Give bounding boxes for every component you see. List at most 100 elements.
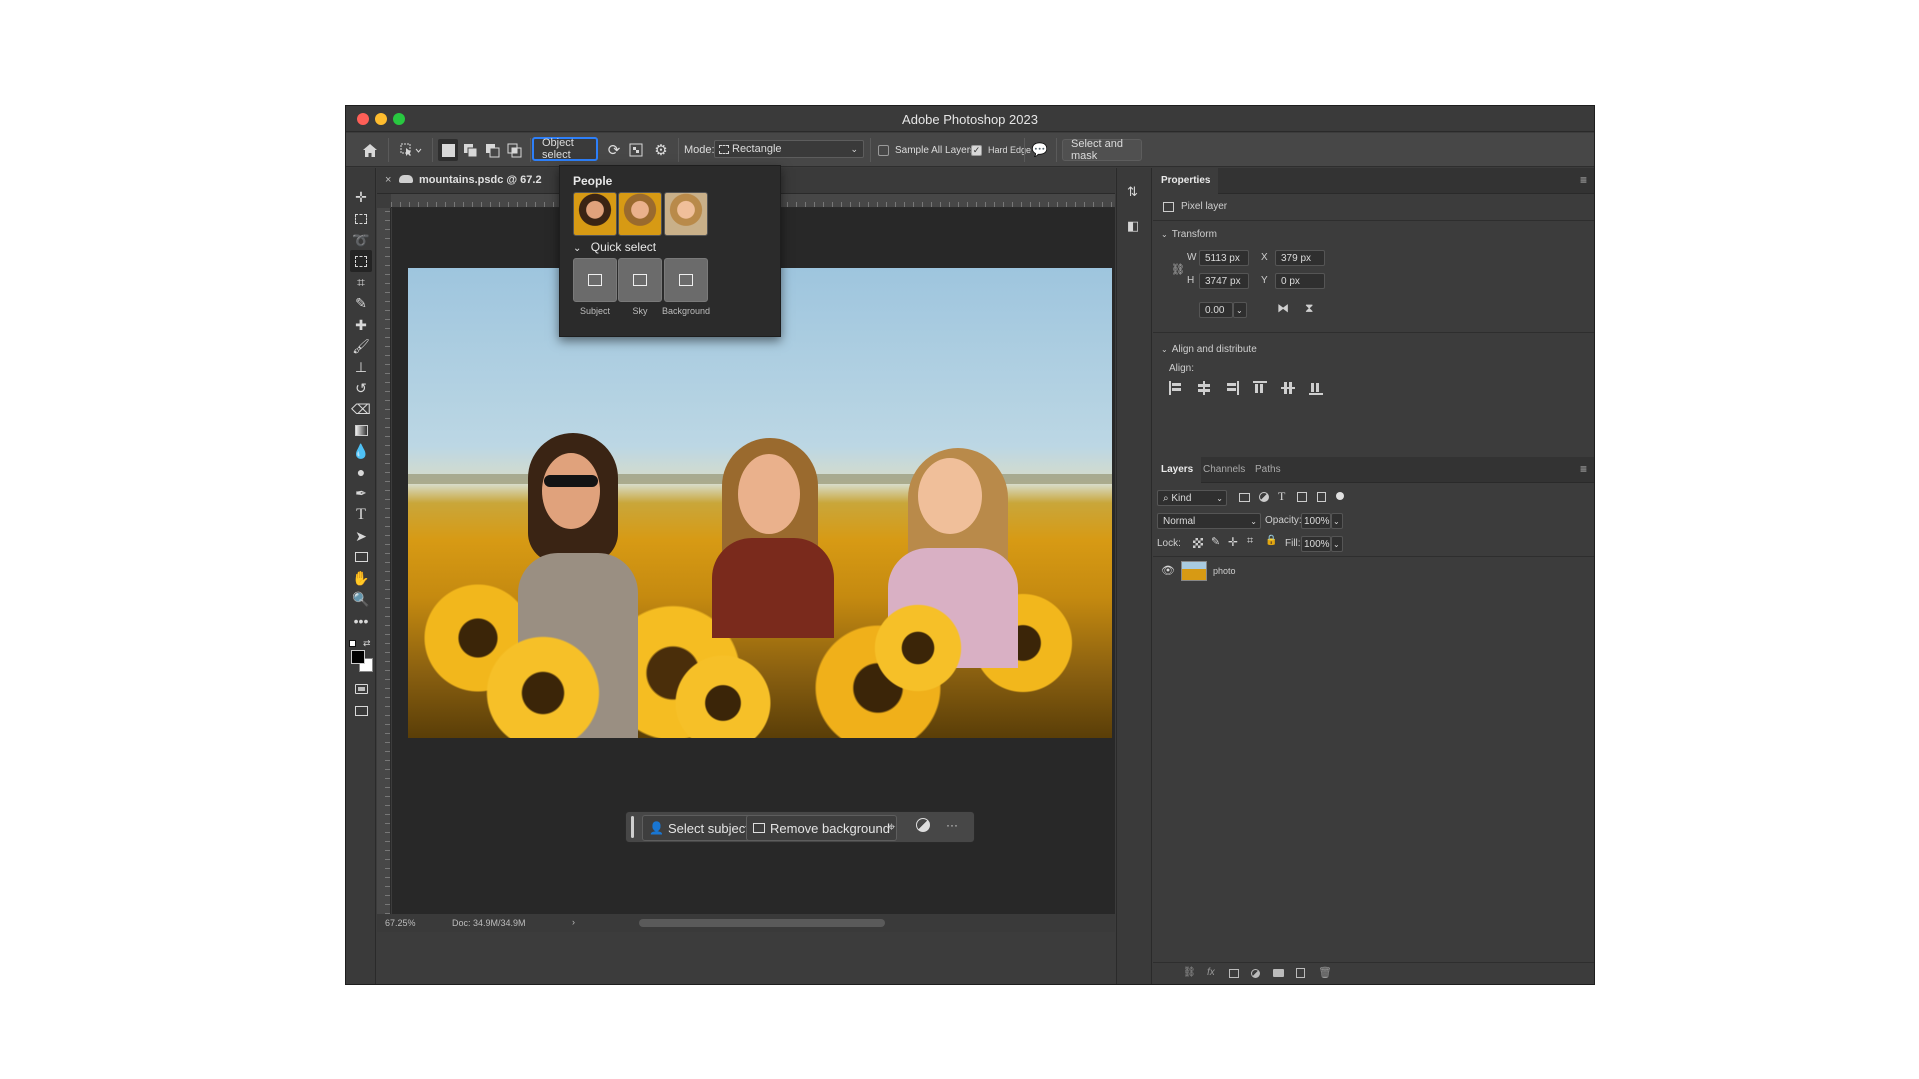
quick-select-toggle[interactable]: ⌄ Quick select — [573, 240, 656, 254]
close-tab-icon[interactable]: × — [385, 174, 391, 186]
home-button[interactable] — [358, 139, 382, 161]
align-hcenter-button[interactable] — [1197, 381, 1211, 395]
history-panel-button[interactable]: ⇅ — [1127, 184, 1138, 200]
lock-artboard-icon[interactable]: ⌗ — [1247, 535, 1253, 548]
quick-mask-button[interactable] — [350, 678, 372, 700]
filter-toggle[interactable] — [1336, 492, 1344, 500]
person-thumbnail-3[interactable] — [664, 192, 708, 236]
opacity-field[interactable]: 100% — [1301, 513, 1331, 529]
gradient-tool[interactable] — [350, 419, 372, 441]
lock-transparent-pixels-icon[interactable] — [1193, 538, 1203, 548]
settings-button[interactable]: ⚙ — [650, 139, 672, 161]
align-heading[interactable]: ⌄ Align and distribute — [1161, 344, 1257, 355]
layer-filter-dropdown[interactable]: ⌕ Kind ⌄ — [1157, 490, 1227, 506]
brush-tool[interactable]: 🖌 — [350, 335, 372, 357]
hard-edge-checkbox[interactable]: ✓ Hard Edge — [971, 139, 1031, 161]
opacity-dropdown[interactable]: ⌄ — [1331, 513, 1343, 529]
select-subject-button[interactable]: 👤 Select subject — [642, 815, 756, 841]
crop-tool[interactable]: ⌗ — [350, 271, 372, 293]
align-right-button[interactable] — [1225, 381, 1239, 395]
angle-field[interactable]: 0.00 — [1199, 302, 1233, 318]
blend-mode-dropdown[interactable]: Normal ⌄ — [1157, 513, 1261, 529]
dodge-tool[interactable]: ● — [350, 461, 372, 483]
tab-paths[interactable]: Paths — [1247, 457, 1289, 483]
healing-brush-tool[interactable]: ✚ — [350, 314, 372, 336]
object-finder-button[interactable] — [626, 139, 646, 161]
refresh-button[interactable]: ⟳ — [604, 139, 624, 161]
select-and-mask-button[interactable]: Select and mask — [1062, 138, 1142, 162]
drag-handle[interactable] — [631, 816, 634, 838]
link-layers-icon[interactable]: ⛓ — [1183, 967, 1196, 978]
status-menu-arrow[interactable]: › — [572, 917, 575, 927]
horizontal-scrollbar[interactable] — [639, 919, 885, 927]
quick-select-subject-button[interactable] — [573, 258, 617, 302]
quick-select-background-button[interactable] — [664, 258, 708, 302]
person-thumbnail-2[interactable] — [618, 192, 662, 236]
remove-background-button[interactable]: Remove background — [746, 815, 897, 841]
flip-vertical-button[interactable]: ⧗ — [1305, 301, 1313, 316]
add-mask-icon[interactable] — [1229, 969, 1239, 978]
align-vcenter-button[interactable] — [1281, 381, 1295, 395]
mask-button[interactable] — [916, 818, 930, 832]
lasso-tool[interactable]: ➰ — [350, 229, 372, 251]
more-options-button[interactable]: ··· — [946, 818, 958, 832]
sample-all-layers-checkbox[interactable]: Sample All Layers — [878, 139, 975, 161]
width-field[interactable]: 5113 px — [1199, 250, 1249, 266]
subtract-from-selection-button[interactable] — [482, 139, 502, 161]
blur-tool[interactable]: 💧 — [350, 440, 372, 462]
tool-preset-picker[interactable] — [396, 139, 426, 161]
new-group-icon[interactable] — [1273, 969, 1284, 977]
filter-adjustment-icon[interactable] — [1259, 492, 1269, 502]
fill-dropdown[interactable]: ⌄ — [1331, 536, 1343, 552]
link-icon[interactable]: ⛓ — [1171, 263, 1185, 276]
filter-shape-icon[interactable] — [1297, 492, 1307, 502]
clone-stamp-tool[interactable]: ⊥ — [350, 356, 372, 378]
zoom-level[interactable]: 67.25% — [385, 918, 416, 928]
fill-field[interactable]: 100% — [1301, 536, 1331, 552]
angle-dropdown[interactable]: ⌄ — [1233, 302, 1247, 318]
transform-selection-button[interactable]: ⌖ — [888, 819, 895, 835]
eye-icon[interactable]: 👁 — [1161, 564, 1175, 577]
trash-icon[interactable]: 🗑 — [1318, 966, 1332, 979]
swap-colors-icon[interactable]: ⇄ — [363, 638, 371, 649]
type-tool[interactable]: T — [350, 504, 372, 526]
filter-pixel-icon[interactable] — [1239, 493, 1250, 502]
foreground-color-swatch[interactable] — [351, 650, 365, 664]
lock-position-icon[interactable]: ✛ — [1228, 535, 1238, 549]
tab-channels[interactable]: Channels — [1195, 457, 1253, 483]
pen-tool[interactable]: ✒ — [350, 482, 372, 504]
adjustments-panel-button[interactable]: ◧ — [1127, 218, 1139, 234]
document-tab-label[interactable]: mountains.psdc @ 67.2 — [419, 174, 542, 186]
add-to-selection-button[interactable] — [460, 139, 480, 161]
y-field[interactable]: 0 px — [1275, 273, 1325, 289]
path-selection-tool[interactable]: ➤ — [350, 525, 372, 547]
eyedropper-tool[interactable]: ✎ — [350, 292, 372, 314]
new-selection-button[interactable] — [438, 139, 458, 161]
new-layer-icon[interactable] — [1296, 968, 1305, 978]
tab-properties[interactable]: Properties — [1153, 168, 1219, 194]
intersect-selection-button[interactable] — [504, 139, 524, 161]
lock-image-pixels-icon[interactable]: ✎ — [1211, 535, 1220, 548]
add-style-icon[interactable]: fx — [1207, 967, 1215, 978]
person-thumbnail-1[interactable] — [573, 192, 617, 236]
lock-all-icon[interactable]: 🔒 — [1265, 535, 1277, 546]
layer-row[interactable]: 👁 photo — [1153, 559, 1343, 585]
eraser-tool[interactable]: ⌫ — [350, 398, 372, 420]
zoom-tool[interactable]: 🔍 — [350, 588, 372, 610]
rectangle-tool[interactable] — [350, 546, 372, 568]
align-top-button[interactable] — [1253, 381, 1267, 395]
edit-toolbar-button[interactable]: ••• — [350, 610, 372, 632]
feedback-button[interactable]: 💬 — [1030, 139, 1050, 161]
object-select-button[interactable]: Object select — [532, 137, 598, 161]
marquee-tool[interactable] — [350, 208, 372, 230]
flip-horizontal-button[interactable]: ⧓ — [1277, 301, 1289, 315]
history-brush-tool[interactable]: ↺ — [350, 377, 372, 399]
new-fill-adjustment-icon[interactable] — [1251, 969, 1260, 978]
move-tool[interactable]: ✛ — [350, 186, 372, 208]
align-bottom-button[interactable] — [1309, 381, 1323, 395]
align-left-button[interactable] — [1169, 381, 1183, 395]
default-colors-icon[interactable] — [349, 640, 356, 647]
filter-type-icon[interactable]: T — [1278, 489, 1285, 504]
screen-mode-button[interactable] — [350, 700, 372, 722]
filter-smart-object-icon[interactable] — [1317, 492, 1326, 502]
